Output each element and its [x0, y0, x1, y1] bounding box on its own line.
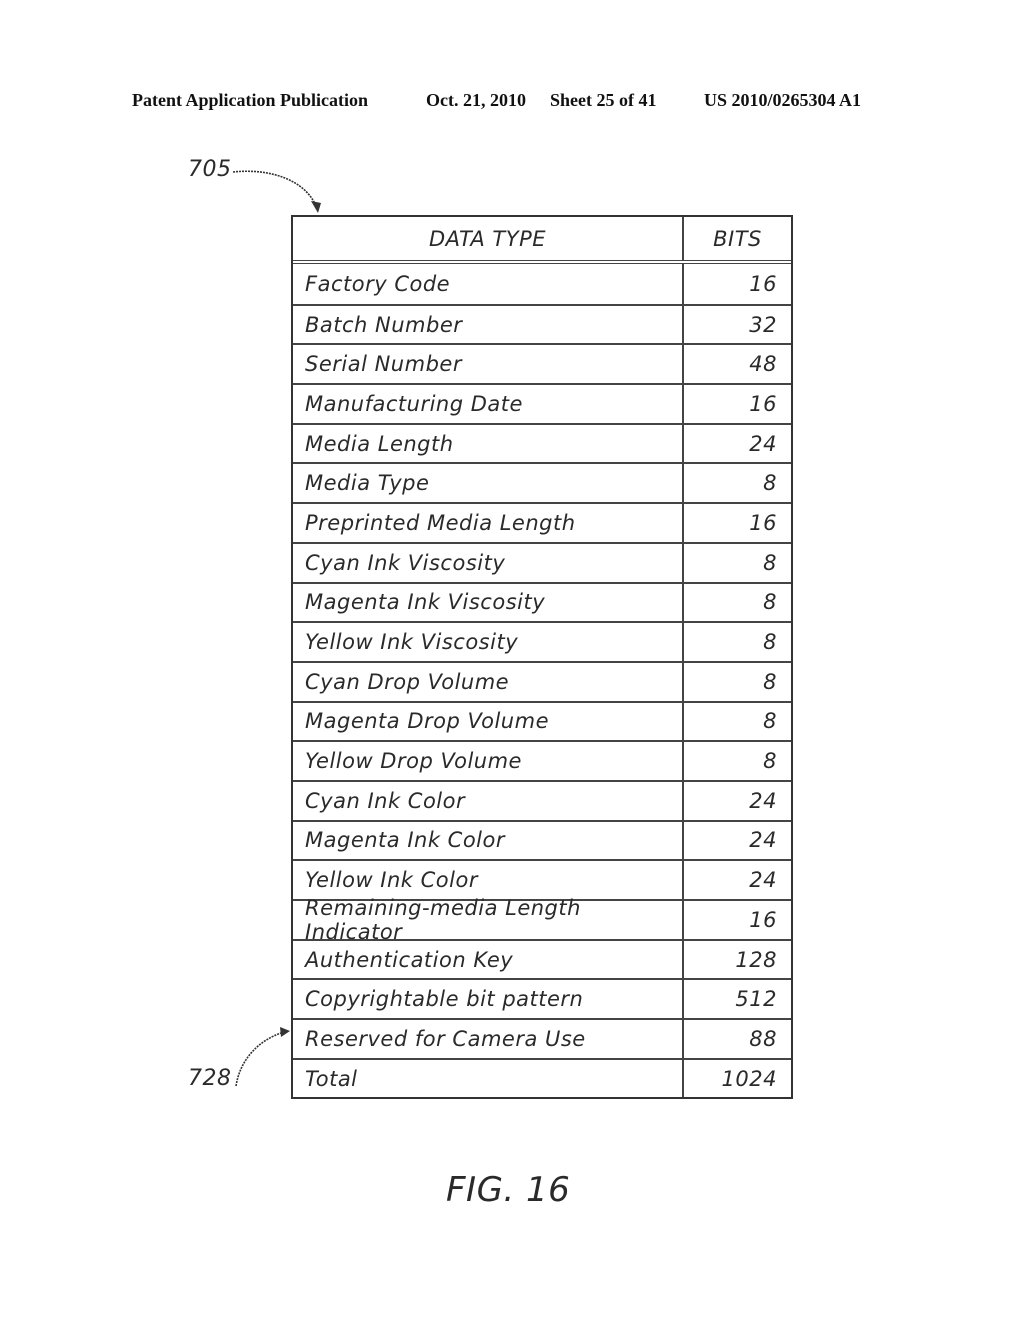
- table-row: Cyan Drop Volume 8: [293, 660, 791, 701]
- bits-cell: 48: [749, 352, 777, 377]
- table-row: Preprinted Media Length 16: [293, 502, 791, 542]
- bits-cell: 8: [763, 669, 777, 694]
- bits-cell: 24: [749, 868, 777, 893]
- bits-cell: 8: [763, 471, 777, 496]
- data-type-cell: Magenta Ink Viscosity: [293, 583, 684, 622]
- data-type-cell: Batch Number: [293, 305, 684, 344]
- row-reference-numeral: 728: [188, 1066, 232, 1091]
- bits-cell: 16: [749, 907, 777, 932]
- bits-cell: 8: [763, 590, 777, 615]
- data-type-cell: Preprinted Media Length: [293, 504, 684, 542]
- table-row: Reserved for Camera Use 88: [293, 1018, 791, 1058]
- bits-cell: 24: [749, 431, 777, 456]
- bits-cell: 32: [749, 312, 777, 337]
- data-type-cell: Magenta Drop Volume: [293, 702, 684, 741]
- data-type-cell: Authentication Key: [293, 940, 684, 979]
- table-row: Factory Code 16: [293, 264, 791, 304]
- table-row: Yellow Ink Color 24: [293, 859, 791, 899]
- table-row: Copyrightable bit pattern 512: [293, 978, 791, 1019]
- bits-cell: 16: [749, 271, 777, 296]
- table-row: Media Length 24: [293, 422, 791, 463]
- data-type-cell: Manufacturing Date: [293, 385, 684, 423]
- table-row: Cyan Ink Color 24: [293, 779, 791, 820]
- table-row: Remaining-media Length Indicator 16: [293, 896, 791, 944]
- bits-cell: 16: [749, 391, 777, 416]
- table-row: Authentication Key 128: [293, 938, 791, 979]
- table-row: Magenta Ink Viscosity 8: [293, 581, 791, 622]
- table-row: Yellow Drop Volume 8: [293, 740, 791, 780]
- data-type-cell: Total: [293, 1059, 684, 1098]
- column-header-bits: BITS: [713, 226, 762, 251]
- table-row: Manufacturing Date 16: [293, 383, 791, 423]
- data-type-cell: Yellow Ink Color: [293, 861, 684, 899]
- bits-cell: 512: [735, 987, 777, 1012]
- table-row: Batch Number 32: [293, 303, 791, 344]
- bits-cell: 1024: [721, 1066, 777, 1091]
- table-row: Cyan Ink Viscosity 8: [293, 541, 791, 582]
- data-type-cell: Serial Number: [293, 345, 684, 384]
- column-header-data-type: DATA TYPE: [293, 217, 684, 260]
- bits-cell: 24: [749, 828, 777, 853]
- table-row: Magenta Ink Color 24: [293, 819, 791, 860]
- data-type-cell: Cyan Ink Viscosity: [293, 543, 684, 582]
- data-type-cell: Factory Code: [293, 264, 684, 304]
- table-total-row: Total 1024: [293, 1057, 791, 1098]
- bits-cell: 8: [763, 550, 777, 575]
- table-row: Yellow Ink Viscosity 8: [293, 621, 791, 661]
- data-type-cell: Yellow Drop Volume: [293, 742, 684, 780]
- bits-cell: 8: [763, 630, 777, 655]
- data-type-cell: Media Length: [293, 424, 684, 463]
- bits-cell: 16: [749, 510, 777, 535]
- data-type-cell: Copyrightable bit pattern: [293, 980, 684, 1019]
- data-type-cell: Remaining-media Length Indicator: [293, 896, 684, 944]
- table-row: Media Type 8: [293, 462, 791, 503]
- bits-cell: 8: [763, 709, 777, 734]
- bits-cell: 88: [749, 1026, 777, 1051]
- table-header-row: DATA TYPE BITS: [293, 217, 791, 264]
- data-type-cell: Yellow Ink Viscosity: [293, 623, 684, 661]
- figure-label: FIG. 16: [446, 1170, 571, 1210]
- data-type-cell: Cyan Drop Volume: [293, 662, 684, 701]
- bits-cell: 8: [763, 749, 777, 774]
- data-type-table: DATA TYPE BITS Factory Code 16 Batch Numbe…: [291, 215, 793, 1100]
- table-row: Magenta Drop Volume 8: [293, 700, 791, 741]
- data-type-cell: Media Type: [293, 464, 684, 503]
- data-type-cell: Magenta Ink Color: [293, 821, 684, 860]
- data-type-cell: Cyan Ink Color: [293, 781, 684, 820]
- bits-cell: 128: [735, 947, 777, 972]
- bits-cell: 24: [749, 788, 777, 813]
- data-type-cell: Reserved for Camera Use: [293, 1020, 684, 1058]
- table-row: Serial Number 48: [293, 343, 791, 384]
